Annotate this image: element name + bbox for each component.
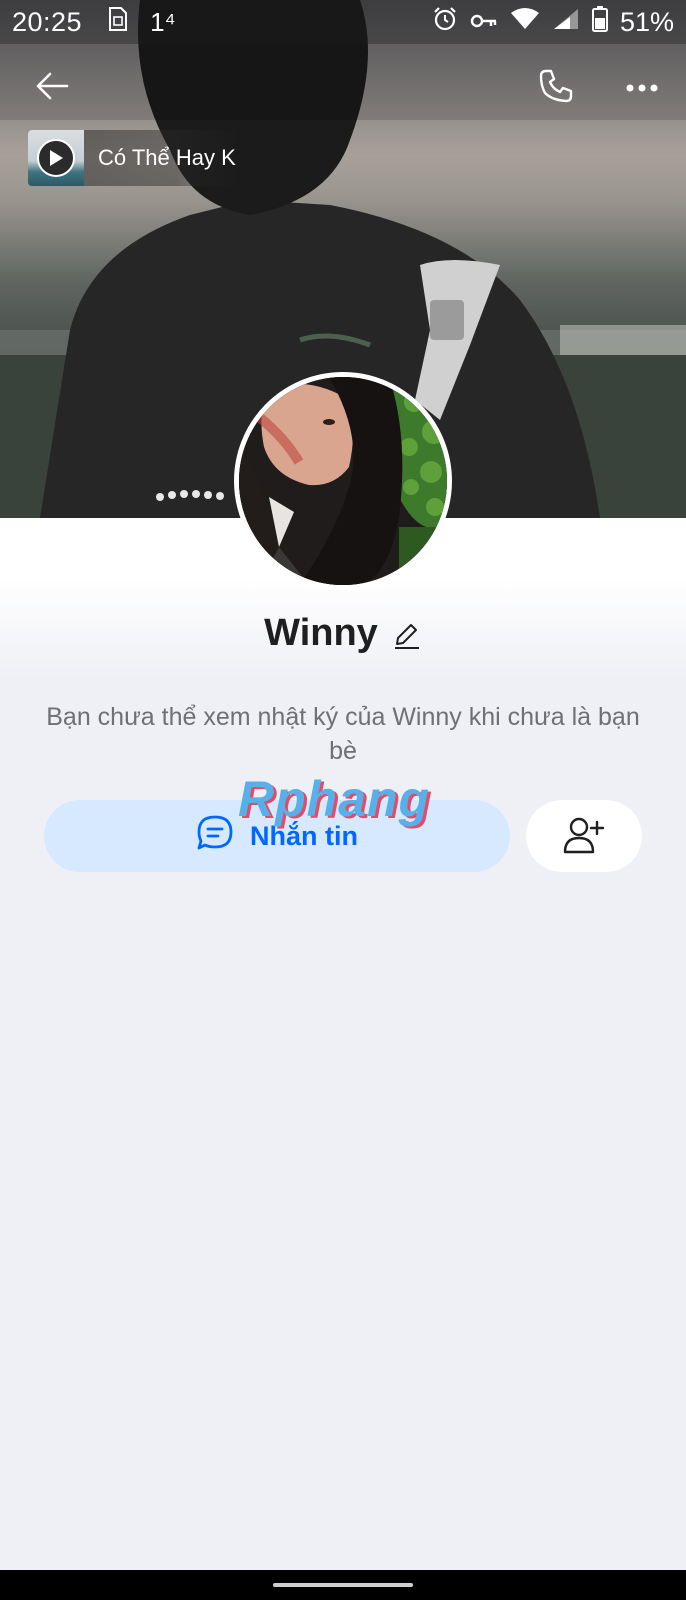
- more-options-button[interactable]: [614, 60, 670, 116]
- profile-content: [0, 518, 686, 1600]
- pencil-icon[interactable]: [392, 620, 422, 650]
- back-arrow-icon: [35, 71, 69, 106]
- chat-bubble-icon: [196, 814, 234, 859]
- home-gesture-handle[interactable]: [273, 1583, 413, 1587]
- battery-icon: [591, 5, 608, 39]
- status-bar: 20:25 1⁴ 51%: [0, 0, 686, 44]
- add-user-icon: [563, 816, 605, 857]
- phone-icon: [538, 68, 574, 109]
- back-button[interactable]: [24, 60, 80, 116]
- signal-icon: [552, 7, 580, 38]
- vpn-key-icon: [470, 7, 498, 38]
- more-dots-icon: [626, 79, 658, 97]
- wifi-icon: [510, 7, 540, 38]
- status-time: 20:25: [12, 6, 83, 37]
- music-title: Có Thể Hay K: [98, 145, 236, 170]
- add-friend-button[interactable]: [526, 800, 642, 872]
- friend-privacy-notice: Bạn chưa thể xem nhật ký của Winny khi c…: [46, 703, 640, 765]
- message-button[interactable]: Nhắn tin: [44, 800, 510, 872]
- sim-card-icon: [108, 6, 128, 39]
- music-cover-thumbnail: [28, 130, 84, 186]
- alarm-icon: [432, 6, 458, 39]
- profile-name-row: Winny: [0, 608, 686, 658]
- profile-music-chip[interactable]: Có Thể Hay K: [28, 130, 240, 186]
- avatar-photo: [239, 377, 447, 585]
- battery-percent: 51%: [619, 6, 674, 37]
- profile-avatar[interactable]: [234, 372, 452, 590]
- status-indicator: 1⁴: [150, 6, 176, 37]
- call-button[interactable]: [528, 60, 584, 116]
- system-navigation-bar: [0, 1570, 686, 1600]
- play-icon[interactable]: [37, 139, 75, 177]
- profile-name: Winny: [264, 611, 378, 654]
- message-button-label: Nhắn tin: [250, 820, 358, 851]
